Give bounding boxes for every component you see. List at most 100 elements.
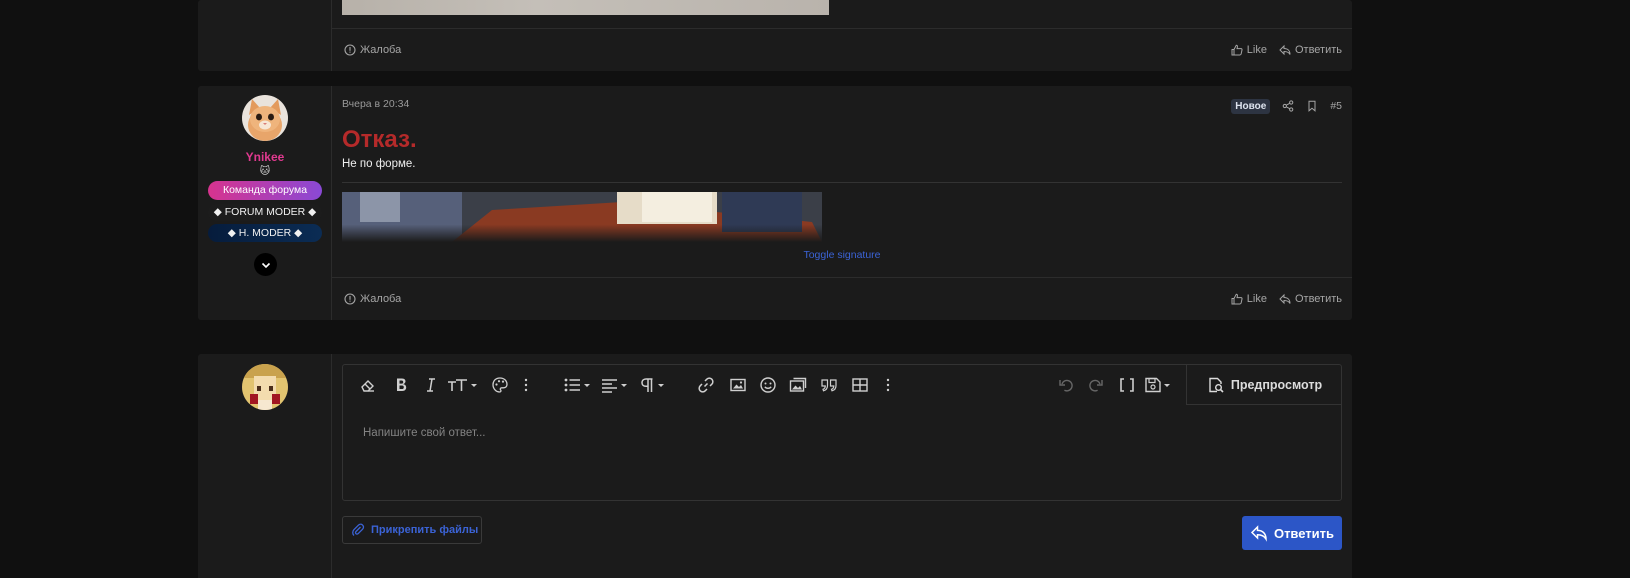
bold-icon: [397, 378, 407, 391]
reply-user-col: [198, 354, 332, 578]
link-button[interactable]: [697, 373, 715, 397]
clear-format-button[interactable]: [359, 373, 377, 397]
like-link[interactable]: Like: [1231, 44, 1267, 56]
palette-icon: [492, 377, 508, 393]
post-footer: Жалоба Like Ответить: [332, 277, 1352, 319]
share-icon: [1283, 100, 1294, 112]
bbcode-toggle-button[interactable]: [1118, 373, 1136, 397]
banner-team: Команда форума: [208, 181, 322, 200]
post: Ynikee 🐱 Команда форума ◆ FORUM MODER ◆ …: [198, 86, 1352, 320]
link-icon: [698, 377, 714, 393]
smile-icon: [760, 377, 776, 393]
message-input[interactable]: Напишите свой ответ...: [363, 427, 485, 439]
reply-icon: [1279, 293, 1291, 304]
eraser-icon: [361, 380, 374, 392]
reply-label: Ответить: [1294, 292, 1342, 305]
paragraph-icon: [641, 378, 664, 392]
more-insert-options-button[interactable]: [883, 373, 893, 397]
report-link[interactable]: Жалоба: [344, 44, 401, 56]
redo-button[interactable]: [1087, 373, 1105, 397]
bookmark-icon: [1308, 100, 1316, 112]
post-actions: Новое #5: [1231, 98, 1342, 114]
alert-circle-icon: [344, 292, 356, 305]
post-time[interactable]: Вчера в 20:34: [342, 98, 409, 110]
signature-image[interactable]: [342, 192, 822, 242]
alert-circle-icon: [344, 43, 356, 56]
gallery-icon: [789, 377, 807, 392]
post-user-col: Ynikee 🐱 Команда форума ◆ FORUM MODER ◆ …: [198, 86, 332, 320]
undo-button[interactable]: [1057, 373, 1075, 397]
pixel-avatar-image: [242, 364, 288, 410]
table-button[interactable]: [851, 373, 869, 397]
editor: Предпросмотр Напишите свой ответ...: [342, 364, 1342, 501]
submit-reply-label: Ответить: [1273, 525, 1335, 541]
expand-user-info-button[interactable]: [254, 253, 277, 276]
emoji-button[interactable]: [759, 373, 777, 397]
drafts-button[interactable]: [1144, 373, 1174, 397]
like-label: Like: [1246, 43, 1267, 56]
prev-post-image[interactable]: [342, 0, 829, 15]
font-size-button[interactable]: [447, 373, 479, 397]
banner-h-moder: ◆ H. MODER ◆: [208, 224, 322, 242]
italic-button[interactable]: [422, 373, 440, 397]
my-avatar[interactable]: [242, 364, 288, 410]
save-icon: [1145, 377, 1170, 393]
submit-reply-button[interactable]: Ответить: [1242, 516, 1342, 550]
new-badge: Новое: [1231, 98, 1271, 114]
avatar[interactable]: [242, 95, 288, 141]
text-size-icon: [448, 379, 477, 391]
prev-post-footer: Жалоба Like Ответить: [332, 28, 1352, 70]
italic-icon: [427, 378, 435, 392]
preview-icon: [1209, 377, 1224, 393]
image-button[interactable]: [729, 373, 747, 397]
paragraph-button[interactable]: [639, 373, 669, 397]
paperclip-icon: [352, 523, 365, 536]
preview-label: Предпросмотр: [1230, 377, 1323, 392]
more-vertical-icon: [524, 378, 528, 392]
banner-forum-moder: ◆ FORUM MODER ◆: [208, 204, 322, 221]
prev-post-main: Жалоба Like Ответить: [332, 0, 1352, 71]
quick-reply: Предпросмотр Напишите свой ответ... Прик…: [198, 354, 1352, 578]
attach-files-label: Прикрепить файлы: [371, 524, 479, 536]
reply-icon: [1250, 525, 1267, 542]
list-button[interactable]: [563, 373, 593, 397]
more-vertical-icon: [886, 378, 890, 392]
quote-button[interactable]: [820, 373, 838, 397]
reply-link[interactable]: Ответить: [1279, 44, 1342, 56]
reply-link[interactable]: Ответить: [1279, 293, 1342, 305]
reply-icon: [1279, 44, 1291, 55]
signature-art: [342, 192, 822, 242]
chevron-down-icon: [261, 262, 270, 268]
bold-button[interactable]: [392, 373, 410, 397]
reply-main: Предпросмотр Напишите свой ответ... Прик…: [332, 354, 1352, 578]
prev-post: Жалоба Like Ответить: [198, 0, 1352, 71]
signature-divider: [342, 182, 1342, 183]
like-link[interactable]: Like: [1231, 293, 1267, 305]
post-number[interactable]: #5: [1330, 100, 1342, 112]
report-label: Жалоба: [360, 292, 402, 305]
media-button[interactable]: [789, 373, 807, 397]
table-icon: [852, 378, 868, 392]
align-button[interactable]: [601, 373, 631, 397]
reply-label: Ответить: [1294, 43, 1342, 56]
image-icon: [730, 378, 746, 392]
toggle-signature-link[interactable]: Toggle signature: [332, 249, 1352, 261]
attach-files-button[interactable]: Прикрепить файлы: [342, 516, 482, 544]
brackets-icon: [1120, 378, 1134, 392]
share-button[interactable]: [1282, 100, 1294, 112]
undo-icon: [1059, 379, 1073, 392]
report-link[interactable]: Жалоба: [344, 293, 401, 305]
text-color-button[interactable]: [491, 373, 509, 397]
align-left-icon: [602, 379, 627, 393]
prev-post-user-col: [198, 0, 332, 71]
bookmark-button[interactable]: [1306, 100, 1318, 112]
more-text-options-button[interactable]: [521, 373, 531, 397]
list-icon: [564, 378, 590, 392]
post-title: Отказ.: [342, 126, 417, 153]
username[interactable]: Ynikee: [198, 150, 332, 164]
post-main: Вчера в 20:34 Новое #5 Отказ. Не по форм…: [332, 86, 1352, 320]
report-label: Жалоба: [360, 43, 402, 56]
preview-button[interactable]: Предпросмотр: [1186, 365, 1342, 405]
thumbs-up-icon: [1231, 44, 1243, 55]
quote-icon: [821, 379, 837, 392]
